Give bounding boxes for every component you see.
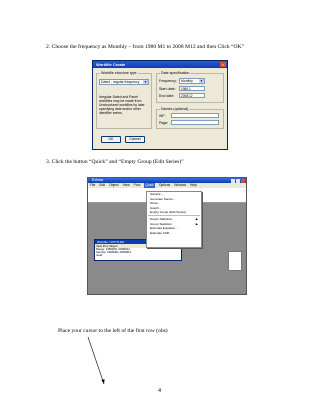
pointer-arrow: [87, 336, 105, 385]
page-number: 4: [158, 388, 161, 394]
pointer-line: [87, 336, 105, 385]
arrow-head-icon: [101, 379, 105, 384]
